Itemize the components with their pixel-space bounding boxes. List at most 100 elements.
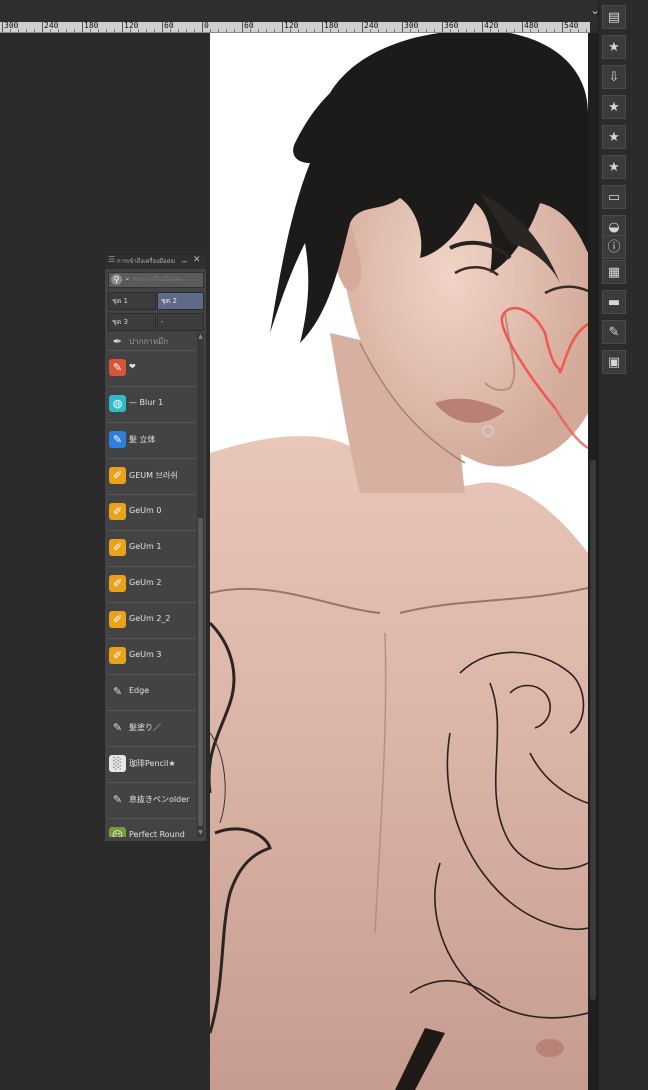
pencil-icon: ✎: [109, 719, 126, 736]
scroll-up-icon[interactable]: ▲: [197, 333, 204, 341]
hair-brush-icon: ✎: [109, 431, 126, 448]
top-bar: ⌄: [0, 0, 648, 22]
sub-tool-item[interactable]: ✐ GeUm 3: [107, 639, 196, 675]
ruler-minor-tick: [234, 29, 235, 32]
ruler-minor-tick: [130, 29, 131, 32]
sub-tool-item[interactable]: ✎ Edge: [107, 675, 196, 711]
panel-menu-icon[interactable]: ☰: [108, 255, 115, 264]
ruler-label: 540: [564, 22, 579, 30]
ruler-minor-tick: [290, 29, 291, 32]
tab-group-4[interactable]: -: [157, 313, 204, 331]
sub-tool-label: GEUM 브러쉬: [129, 471, 178, 480]
drawing-canvas[interactable]: [210, 33, 588, 1090]
panel-title-bar[interactable]: ☰ การเข้าถึงเครื่องมือย่อย _ ✕: [105, 252, 206, 269]
ruler-label: 120: [124, 22, 139, 30]
ruler-minor-tick: [98, 29, 99, 32]
sub-tool-item[interactable]: ✐ GeUm 2_2: [107, 603, 196, 639]
calendar-icon[interactable]: ▦: [602, 260, 626, 284]
ruler-minor-tick: [538, 29, 539, 32]
ruler-tick: [442, 22, 443, 32]
sub-tool-label: 髪 立体: [129, 435, 156, 444]
layer-property-icon[interactable]: ▤: [602, 5, 626, 29]
sub-tool-panel: ☰ การเข้าถึงเครื่องมือย่อย _ ✕ ⚲ ⌄ ชุด 1…: [104, 252, 207, 842]
pen-icon: ✎: [109, 791, 126, 808]
ruler-minor-tick: [378, 29, 379, 32]
ruler-label: 240: [44, 22, 59, 30]
sub-tool-item[interactable]: ✐ GEUM 브러쉬: [107, 459, 196, 495]
folder-icon[interactable]: ▣: [602, 350, 626, 374]
ruler-minor-tick: [546, 29, 547, 32]
ruler-minor-tick: [10, 29, 11, 32]
tab-group-1[interactable]: ชุด 1: [108, 292, 156, 310]
ruler-minor-tick: [258, 29, 259, 32]
ruler-minor-tick: [394, 29, 395, 32]
sub-tool-label: — Blur 1: [129, 398, 164, 407]
search-icon[interactable]: ⚲: [111, 274, 122, 285]
sub-tool-label: 髪塗り／: [129, 723, 161, 732]
close-icon[interactable]: ✕: [193, 255, 201, 265]
favorite-icon[interactable]: ★: [602, 95, 626, 119]
blur-brush-icon: ◍: [109, 395, 126, 412]
ruler-minor-tick: [490, 29, 491, 32]
sub-tool-item[interactable]: ░ 珈琲Pencil★: [107, 747, 196, 783]
ruler-minor-tick: [154, 29, 155, 32]
panel-scrollbar[interactable]: ▲ ▼: [197, 333, 204, 837]
ruler-minor-tick: [418, 29, 419, 32]
sub-tool-item[interactable]: ✎ 髪 立体: [107, 423, 196, 459]
ruler-minor-tick: [498, 29, 499, 32]
ruler-minor-tick: [338, 29, 339, 32]
info-icon[interactable]: ⓘ: [602, 235, 626, 259]
ruler-tick: [162, 22, 163, 32]
sub-tool-label: ปากกาหมึก: [129, 337, 169, 346]
ruler-label: 240: [364, 22, 379, 30]
save-icon[interactable]: ▭: [602, 185, 626, 209]
sub-tool-item[interactable]: ✐ GeUm 1: [107, 531, 196, 567]
panel-scroll-thumb[interactable]: [198, 518, 203, 826]
illustration: [210, 33, 588, 1090]
ruler-minor-tick: [410, 29, 411, 32]
ruler-minor-tick: [466, 29, 467, 32]
sub-tool-item[interactable]: ✎ 髪塗り／: [107, 711, 196, 747]
scroll-down-icon[interactable]: ▼: [197, 829, 204, 837]
ruler-minor-tick: [578, 29, 579, 32]
favorite-icon[interactable]: ★: [602, 155, 626, 179]
ruler-minor-tick: [218, 29, 219, 32]
search-input[interactable]: [133, 274, 201, 286]
canvas-scroll-thumb[interactable]: [590, 460, 596, 1000]
sub-tool-item[interactable]: ✐ GeUm 2: [107, 567, 196, 603]
sub-tool-item[interactable]: ✎ 息抜きペンolder: [107, 783, 196, 819]
ruler-tick: [2, 22, 3, 32]
minimize-icon[interactable]: _: [182, 252, 187, 263]
sub-tool-label: GeUm 3: [129, 650, 162, 659]
sub-tool-item[interactable]: ✐ GeUm 0: [107, 495, 196, 531]
tab-group-2[interactable]: ชุด 2: [157, 292, 204, 310]
ruler-minor-tick: [514, 29, 515, 32]
ruler-tick: [82, 22, 83, 32]
ruler-minor-tick: [90, 29, 91, 32]
tab-group-3[interactable]: ชุด 3: [108, 313, 156, 331]
import-icon[interactable]: ⇩: [602, 65, 626, 89]
ruler-minor-tick: [330, 29, 331, 32]
ruler-tick: [482, 22, 483, 32]
ruler-minor-tick: [210, 29, 211, 32]
favorite-icon[interactable]: ★: [602, 125, 626, 149]
ruler-tick: [562, 22, 563, 32]
sub-tool-item[interactable]: ◍ — Blur 1: [107, 387, 196, 423]
chevron-down-icon[interactable]: ⌄: [124, 273, 131, 282]
ruler-minor-tick: [146, 29, 147, 32]
ruler-label: 180: [324, 22, 339, 30]
ruler-minor-tick: [426, 29, 427, 32]
ruler-minor-tick: [114, 29, 115, 32]
ruler-minor-tick: [18, 29, 19, 32]
ruler-minor-tick: [194, 29, 195, 32]
sub-tool-item[interactable]: ✎ ❤: [107, 351, 196, 387]
sub-tool-item[interactable]: ✒ ปากกาหมึก: [107, 333, 196, 351]
ruler-minor-tick: [586, 29, 587, 32]
sub-tool-item[interactable]: ☺ Perfect Round: [107, 819, 196, 837]
edit-icon[interactable]: ✎: [602, 320, 626, 344]
favorite-icon[interactable]: ★: [602, 35, 626, 59]
ruler-minor-tick: [570, 29, 571, 32]
ruler-minor-tick: [186, 29, 187, 32]
sub-tool-label: GeUm 2: [129, 578, 162, 587]
navigator-icon[interactable]: ▬: [602, 290, 626, 314]
